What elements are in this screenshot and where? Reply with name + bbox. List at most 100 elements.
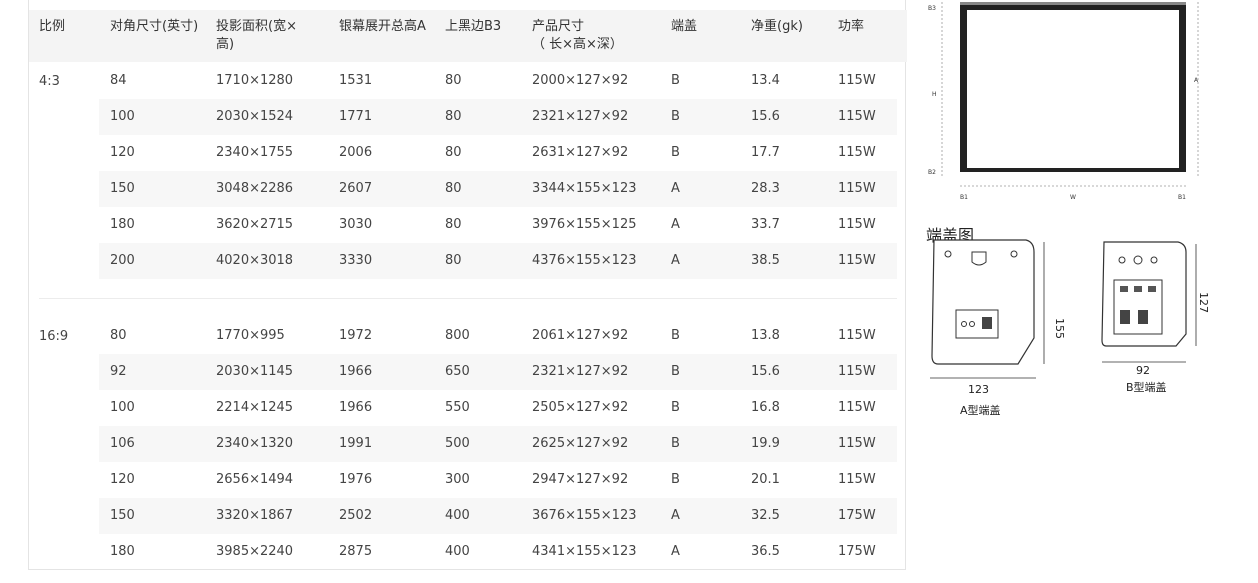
- column-header: 功率: [838, 19, 865, 34]
- table-cell: 2947×127×92: [532, 472, 629, 487]
- table-cell: 4020×3018: [216, 253, 294, 268]
- endcap-b-label: B型端盖: [1126, 380, 1167, 394]
- table-cell: 115W: [838, 364, 876, 379]
- endcap-b-drawing: 92 127 B型端盖: [1101, 241, 1210, 394]
- table-row: 150 3320×1867 2502 400 3676×155×123 A 32.5 175W: [99, 498, 897, 534]
- table-row: 80 1770×995 1972 800 2061×127×92 B 13.8 115W: [99, 318, 897, 354]
- table-cell: 106: [110, 436, 135, 451]
- table-cell: 115W: [838, 145, 876, 160]
- table-cell: B: [671, 328, 680, 343]
- table-cell: 2502: [339, 508, 373, 523]
- table-cell: 4341×155×123: [532, 544, 637, 559]
- table-row: 120 2340×1755 2006 80 2631×127×92 B 17.7 115W: [99, 135, 897, 171]
- table-cell: 115W: [838, 217, 876, 232]
- table-cell: 15.6: [751, 364, 780, 379]
- table-cell: 84: [110, 73, 127, 88]
- table-cell: 175W: [838, 508, 876, 523]
- table-cell: A: [671, 217, 680, 232]
- table-cell: 2875: [339, 544, 373, 559]
- table-cell: 2006: [339, 145, 373, 160]
- table-cell: 2625×127×92: [532, 436, 629, 451]
- table-cell: A: [671, 181, 680, 196]
- table-cell: 1966: [339, 364, 373, 379]
- table-cell: 115W: [838, 436, 876, 451]
- table-cell: B: [671, 400, 680, 415]
- endcap-a-width: 123: [968, 383, 989, 396]
- table-row: 200 4020×3018 3330 80 4376×155×123 A 38.5 115W: [99, 243, 897, 279]
- table-cell: 115W: [838, 109, 876, 124]
- table-cell: 150: [110, 508, 135, 523]
- table-cell: 36.5: [751, 544, 780, 559]
- table-cell: 550: [445, 400, 470, 415]
- table-cell: 2505×127×92: [532, 400, 629, 415]
- table-cell: B: [671, 109, 680, 124]
- table-row: 106 2340×1320 1991 500 2625×127×92 B 19.9 115W: [99, 426, 897, 462]
- table-cell: 150: [110, 181, 135, 196]
- table-cell: 80: [445, 73, 462, 88]
- table-row: 92 2030×1145 1966 650 2321×127×92 B 15.6 115W: [99, 354, 897, 390]
- column-header: 端盖: [671, 19, 698, 34]
- table-cell: 115W: [838, 400, 876, 415]
- table-row: 180 3985×2240 2875 400 4341×155×123 A 36.5 175W: [99, 534, 897, 570]
- table-cell: 300: [445, 472, 470, 487]
- ratio-label: 16:9: [39, 329, 69, 344]
- table-cell: 175W: [838, 544, 876, 559]
- column-header: 银幕展开总高A: [339, 19, 426, 34]
- table-cell: 19.9: [751, 436, 780, 451]
- endcap-a-label: A型端盖: [960, 403, 1001, 417]
- table-cell: 1966: [339, 400, 373, 415]
- table-row: 100 2214×1245 1966 550 2505×127×92 B 16.8 115W: [99, 390, 897, 426]
- column-header: 上黑边B3: [445, 19, 502, 34]
- group-divider: [39, 298, 897, 299]
- table-cell: 80: [445, 217, 462, 232]
- table-cell: 120: [110, 472, 135, 487]
- table-cell: 2340×1320: [216, 436, 294, 451]
- screen-dimension-diagram: B3 H A B2 B1 W B1: [928, 2, 1199, 201]
- table-cell: 3330: [339, 253, 373, 268]
- table-cell: 1770×995: [216, 328, 285, 343]
- table-cell: 2030×1145: [216, 364, 294, 379]
- table-cell: 800: [445, 328, 470, 343]
- table-cell: 500: [445, 436, 470, 451]
- table-cell: 80: [445, 253, 462, 268]
- table-cell: 2030×1524: [216, 109, 294, 124]
- endcap-b-width: 92: [1136, 364, 1150, 377]
- spec-table: 比例 对角尺寸(英寸) 投影面积(宽× 高) 银幕展开总高A 上黑边B3 产品尺寸 （ 长…: [28, 0, 907, 570]
- table-cell: 100: [110, 400, 135, 415]
- table-header: 比例 对角尺寸(英寸) 投影面积(宽× 高) 银幕展开总高A 上黑边B3 产品尺寸 （ 长…: [29, 10, 907, 62]
- table-cell: 180: [110, 544, 135, 559]
- table-cell: 2321×127×92: [532, 364, 629, 379]
- table-cell: B: [671, 436, 680, 451]
- table-cell: 3985×2240: [216, 544, 294, 559]
- table-cell: 2656×1494: [216, 472, 294, 487]
- label-b2: B2: [928, 169, 936, 176]
- table-cell: 2321×127×92: [532, 109, 629, 124]
- table-cell: 3030: [339, 217, 373, 232]
- table-cell: A: [671, 544, 680, 559]
- table-cell: 15.6: [751, 109, 780, 124]
- table-cell: 115W: [838, 328, 876, 343]
- label-h: H: [932, 91, 937, 98]
- table-cell: 400: [445, 544, 470, 559]
- table-cell: 115W: [838, 73, 876, 88]
- table-cell: 1710×1280: [216, 73, 294, 88]
- table-cell: 80: [445, 109, 462, 124]
- table-cell: 38.5: [751, 253, 780, 268]
- table-cell: 1771: [339, 109, 373, 124]
- column-header: 净重(gk): [751, 19, 803, 34]
- table-cell: 2631×127×92: [532, 145, 629, 160]
- table-cell: 1972: [339, 328, 373, 343]
- table-cell: 3976×155×125: [532, 217, 637, 232]
- label-b1-left: B1: [960, 194, 968, 201]
- column-header: 产品尺寸 （ 长×高×深）: [532, 19, 623, 52]
- table-cell: 13.4: [751, 73, 780, 88]
- table-cell: 1976: [339, 472, 373, 487]
- table-cell: 115W: [838, 472, 876, 487]
- table-cell: 1531: [339, 73, 373, 88]
- column-header: 投影面积(宽× 高): [216, 19, 297, 52]
- table-cell: A: [671, 508, 680, 523]
- endcap-a-drawing: 123 155 A型端盖: [930, 239, 1066, 417]
- table-cell: 80: [445, 181, 462, 196]
- table-cell: 100: [110, 109, 135, 124]
- table-cell: 3620×2715: [216, 217, 294, 232]
